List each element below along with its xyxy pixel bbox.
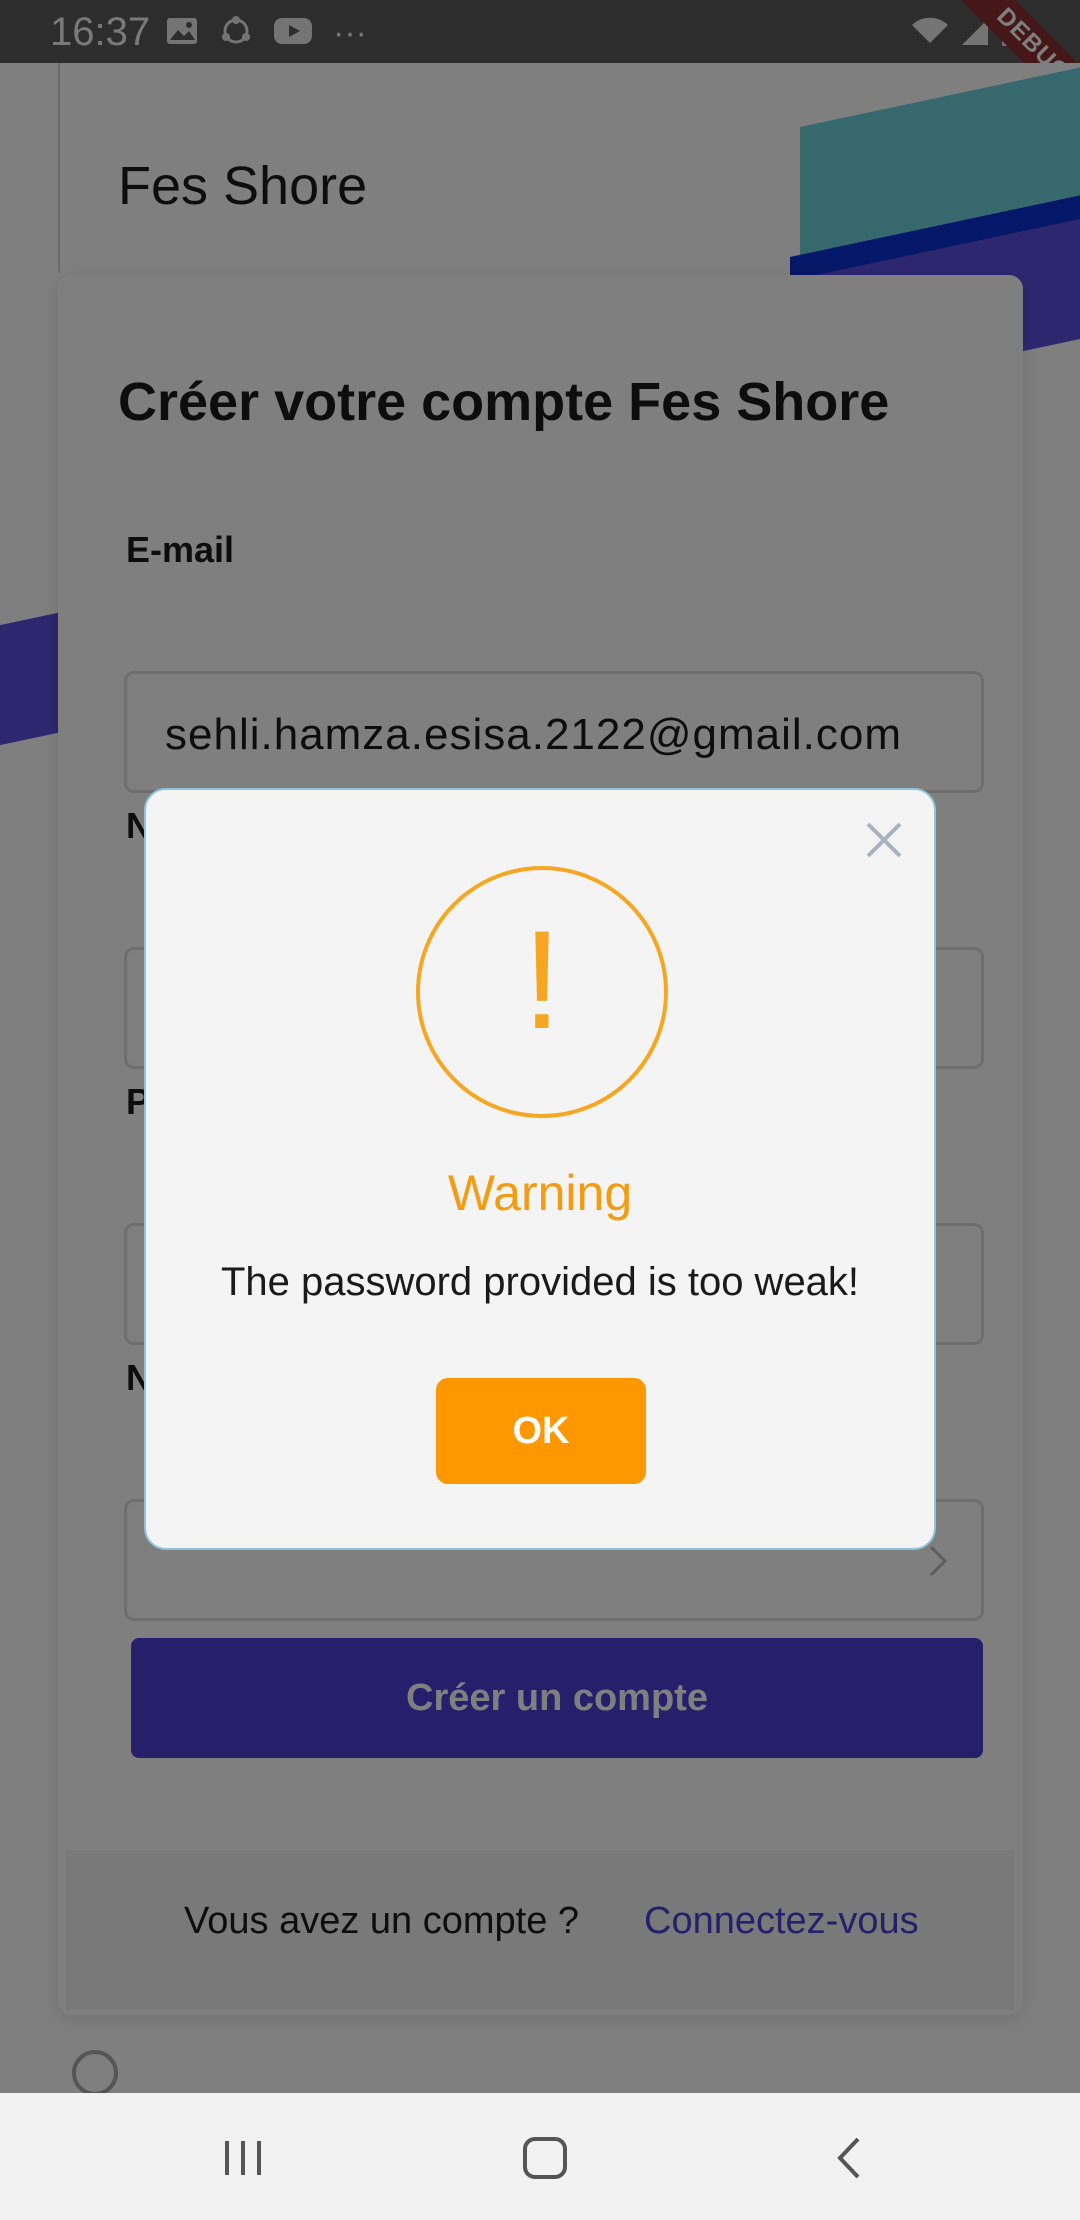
dialog-message: The password provided is too weak!	[220, 1260, 860, 1304]
recent-apps-icon[interactable]	[213, 2133, 273, 2183]
home-icon[interactable]	[515, 2133, 575, 2183]
dialog-title: Warning	[447, 1165, 633, 1221]
ok-button[interactable]: OK	[436, 1378, 646, 1484]
warning-dialog: ! Warning The password provided is too w…	[144, 788, 936, 1550]
exclamation-icon: !	[522, 901, 562, 1058]
close-icon[interactable]	[860, 816, 908, 864]
system-nav-bar	[0, 2093, 1080, 2220]
back-icon[interactable]	[820, 2133, 880, 2183]
warning-icon: !	[416, 866, 668, 1118]
